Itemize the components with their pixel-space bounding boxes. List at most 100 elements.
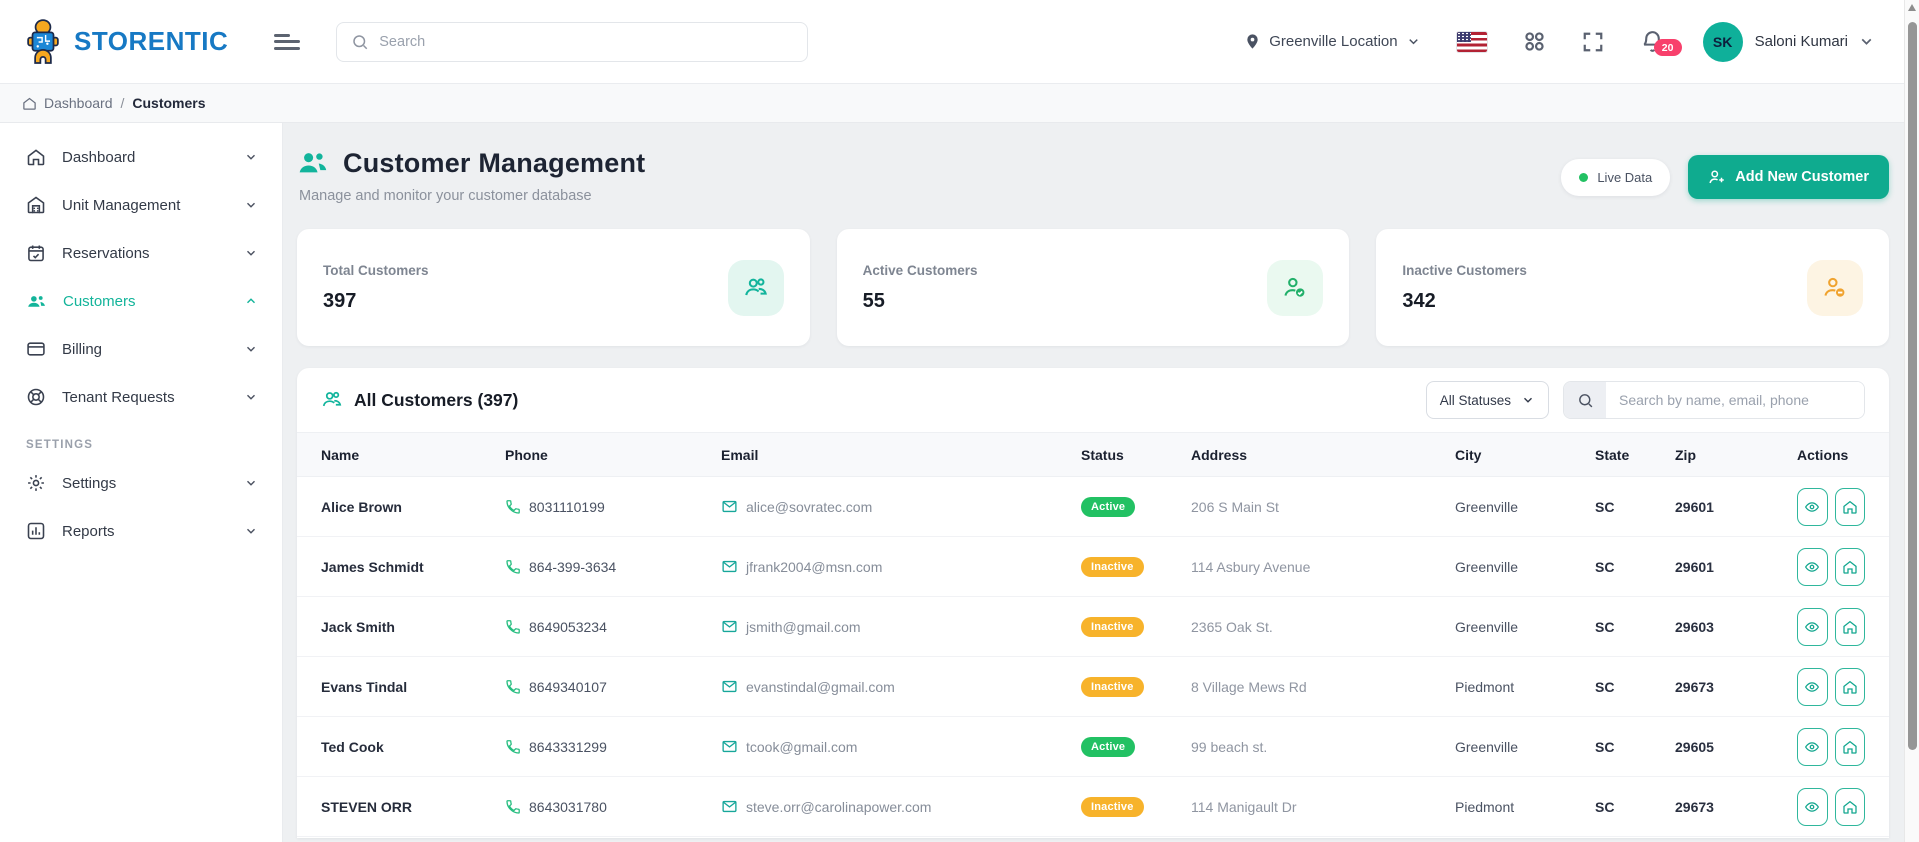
stat-label: Active Customers <box>862 262 978 278</box>
users-icon <box>727 259 784 316</box>
row-actions <box>1797 607 1865 646</box>
sidebar-item-tenant-requests[interactable]: Tenant Requests <box>0 373 282 421</box>
customer-name: Alice Brown <box>321 498 402 515</box>
apps-grid-button[interactable] <box>1523 30 1546 53</box>
chevron-down-icon <box>244 390 258 404</box>
sidebar-item-customers[interactable]: Customers <box>0 277 282 325</box>
stat-value: 397 <box>323 289 357 312</box>
view-customer-button[interactable] <box>1797 487 1828 526</box>
table-search-input[interactable] <box>1606 382 1864 418</box>
eye-icon <box>1805 741 1820 752</box>
bar-chart-icon <box>26 521 46 541</box>
status-badge: Inactive <box>1081 556 1144 577</box>
eye-icon <box>1805 621 1820 632</box>
sidebar-item-billing[interactable]: Billing <box>0 325 282 373</box>
customer-units-button[interactable] <box>1834 787 1865 826</box>
phone-icon <box>506 739 520 754</box>
language-flag-us[interactable] <box>1456 31 1487 52</box>
view-customer-button[interactable] <box>1797 667 1828 706</box>
user-avatar[interactable]: SK <box>1702 21 1743 62</box>
customer-phone: 864-399-3634 <box>505 559 721 575</box>
sidebar-item-reservations[interactable]: Reservations <box>0 229 282 277</box>
eye-icon <box>1805 501 1820 512</box>
status-badge: Active <box>1081 736 1136 757</box>
customer-units-button[interactable] <box>1834 547 1865 586</box>
column-header-actions: Actions <box>1797 446 1849 463</box>
customer-address: 206 S Main St <box>1191 498 1279 515</box>
sidebar-section-settings: SETTINGS <box>26 439 94 451</box>
status-badge: Active <box>1081 496 1136 517</box>
scroll-up-arrow[interactable] <box>1908 4 1916 11</box>
customer-name: STEVEN ORR <box>321 798 413 815</box>
status-filter-select[interactable]: All Statuses <box>1425 381 1549 419</box>
view-customer-button[interactable] <box>1797 787 1828 826</box>
sidebar-item-settings[interactable]: Settings <box>0 459 282 507</box>
customer-state: SC <box>1595 738 1615 755</box>
phone-icon <box>506 559 520 574</box>
table-search <box>1563 381 1865 419</box>
add-new-customer-button[interactable]: Add New Customer <box>1688 155 1889 199</box>
sidebar-item-reports[interactable]: Reports <box>0 507 282 555</box>
customer-email: jfrank2004@msn.com <box>721 558 1081 575</box>
user-minus-icon <box>1807 259 1864 316</box>
brand-logo[interactable]: STORENTIC <box>22 18 228 65</box>
customer-state: SC <box>1595 558 1615 575</box>
users-icon <box>299 153 327 173</box>
mail-icon <box>722 560 737 573</box>
customer-city: Piedmont <box>1455 678 1515 695</box>
chevron-down-icon <box>244 524 258 538</box>
scrollbar-thumb[interactable] <box>1907 22 1917 750</box>
sidebar-item-unit-management[interactable]: Unit Management <box>0 181 282 229</box>
stat-card-inactive-customers: Inactive Customers 342 <box>1376 229 1890 346</box>
customer-email: jsmith@gmail.com <box>721 618 1081 635</box>
customer-phone: 8643331299 <box>505 739 721 755</box>
home-icon <box>1843 620 1857 634</box>
customer-units-button[interactable] <box>1834 487 1865 526</box>
customer-email: evanstindal@gmail.com <box>721 678 1081 695</box>
stat-value: 55 <box>862 289 885 312</box>
customer-state: SC <box>1595 798 1615 815</box>
page-scrollbar[interactable] <box>1904 0 1919 842</box>
view-customer-button[interactable] <box>1797 607 1828 646</box>
customer-units-button[interactable] <box>1834 607 1865 646</box>
customer-table-body: Alice Brown 8031110199 alice@sovratec.com A… <box>297 477 1889 837</box>
customer-zip: 29601 <box>1675 558 1714 575</box>
global-search-input[interactable] <box>379 33 794 50</box>
customer-phone: 8031110199 <box>505 499 721 515</box>
phone-icon <box>506 499 520 514</box>
customer-status-cell: Active <box>1081 496 1191 517</box>
customer-email: steve.orr@carolinapower.com <box>721 798 1081 815</box>
phone-icon <box>506 679 520 694</box>
user-menu-button[interactable] <box>1858 33 1875 50</box>
calendar-check-icon <box>26 243 46 263</box>
customer-phone: 8649053234 <box>505 619 721 635</box>
table-header-row: Name Phone Email Status Address City Sta… <box>297 432 1889 477</box>
table-row: James Schmidt 864-399-3634 jfrank2004@msn.… <box>297 537 1889 597</box>
search-icon <box>353 34 368 49</box>
column-header-email: Email <box>721 446 759 463</box>
page-subtitle: Manage and monitor your customer databas… <box>299 188 592 204</box>
chevron-down-icon <box>244 246 258 260</box>
sidebar-item-dashboard[interactable]: Dashboard <box>0 133 282 181</box>
view-customer-button[interactable] <box>1797 547 1828 586</box>
user-check-icon <box>1267 259 1324 316</box>
breadcrumb-dashboard-link[interactable]: Dashboard <box>22 95 113 111</box>
customer-units-button[interactable] <box>1834 727 1865 766</box>
location-selector[interactable]: Greenville Location <box>1244 33 1420 50</box>
view-customer-button[interactable] <box>1797 727 1828 766</box>
customer-name: Ted Cook <box>321 738 384 755</box>
chevron-down-icon <box>244 198 258 212</box>
notifications-button[interactable]: 20 <box>1640 29 1682 56</box>
building-icon <box>26 195 46 215</box>
chevron-up-icon <box>244 294 258 308</box>
customer-units-button[interactable] <box>1834 667 1865 706</box>
customer-name: Evans Tindal <box>321 678 408 695</box>
chevron-down-icon <box>244 476 258 490</box>
users-icon <box>321 389 343 411</box>
phone-icon <box>506 799 520 814</box>
menu-toggle-button[interactable] <box>274 32 301 52</box>
column-header-city: City <box>1455 446 1482 463</box>
phone-icon <box>506 619 520 634</box>
customer-status-cell: Inactive <box>1081 616 1191 637</box>
fullscreen-button[interactable] <box>1582 31 1604 53</box>
